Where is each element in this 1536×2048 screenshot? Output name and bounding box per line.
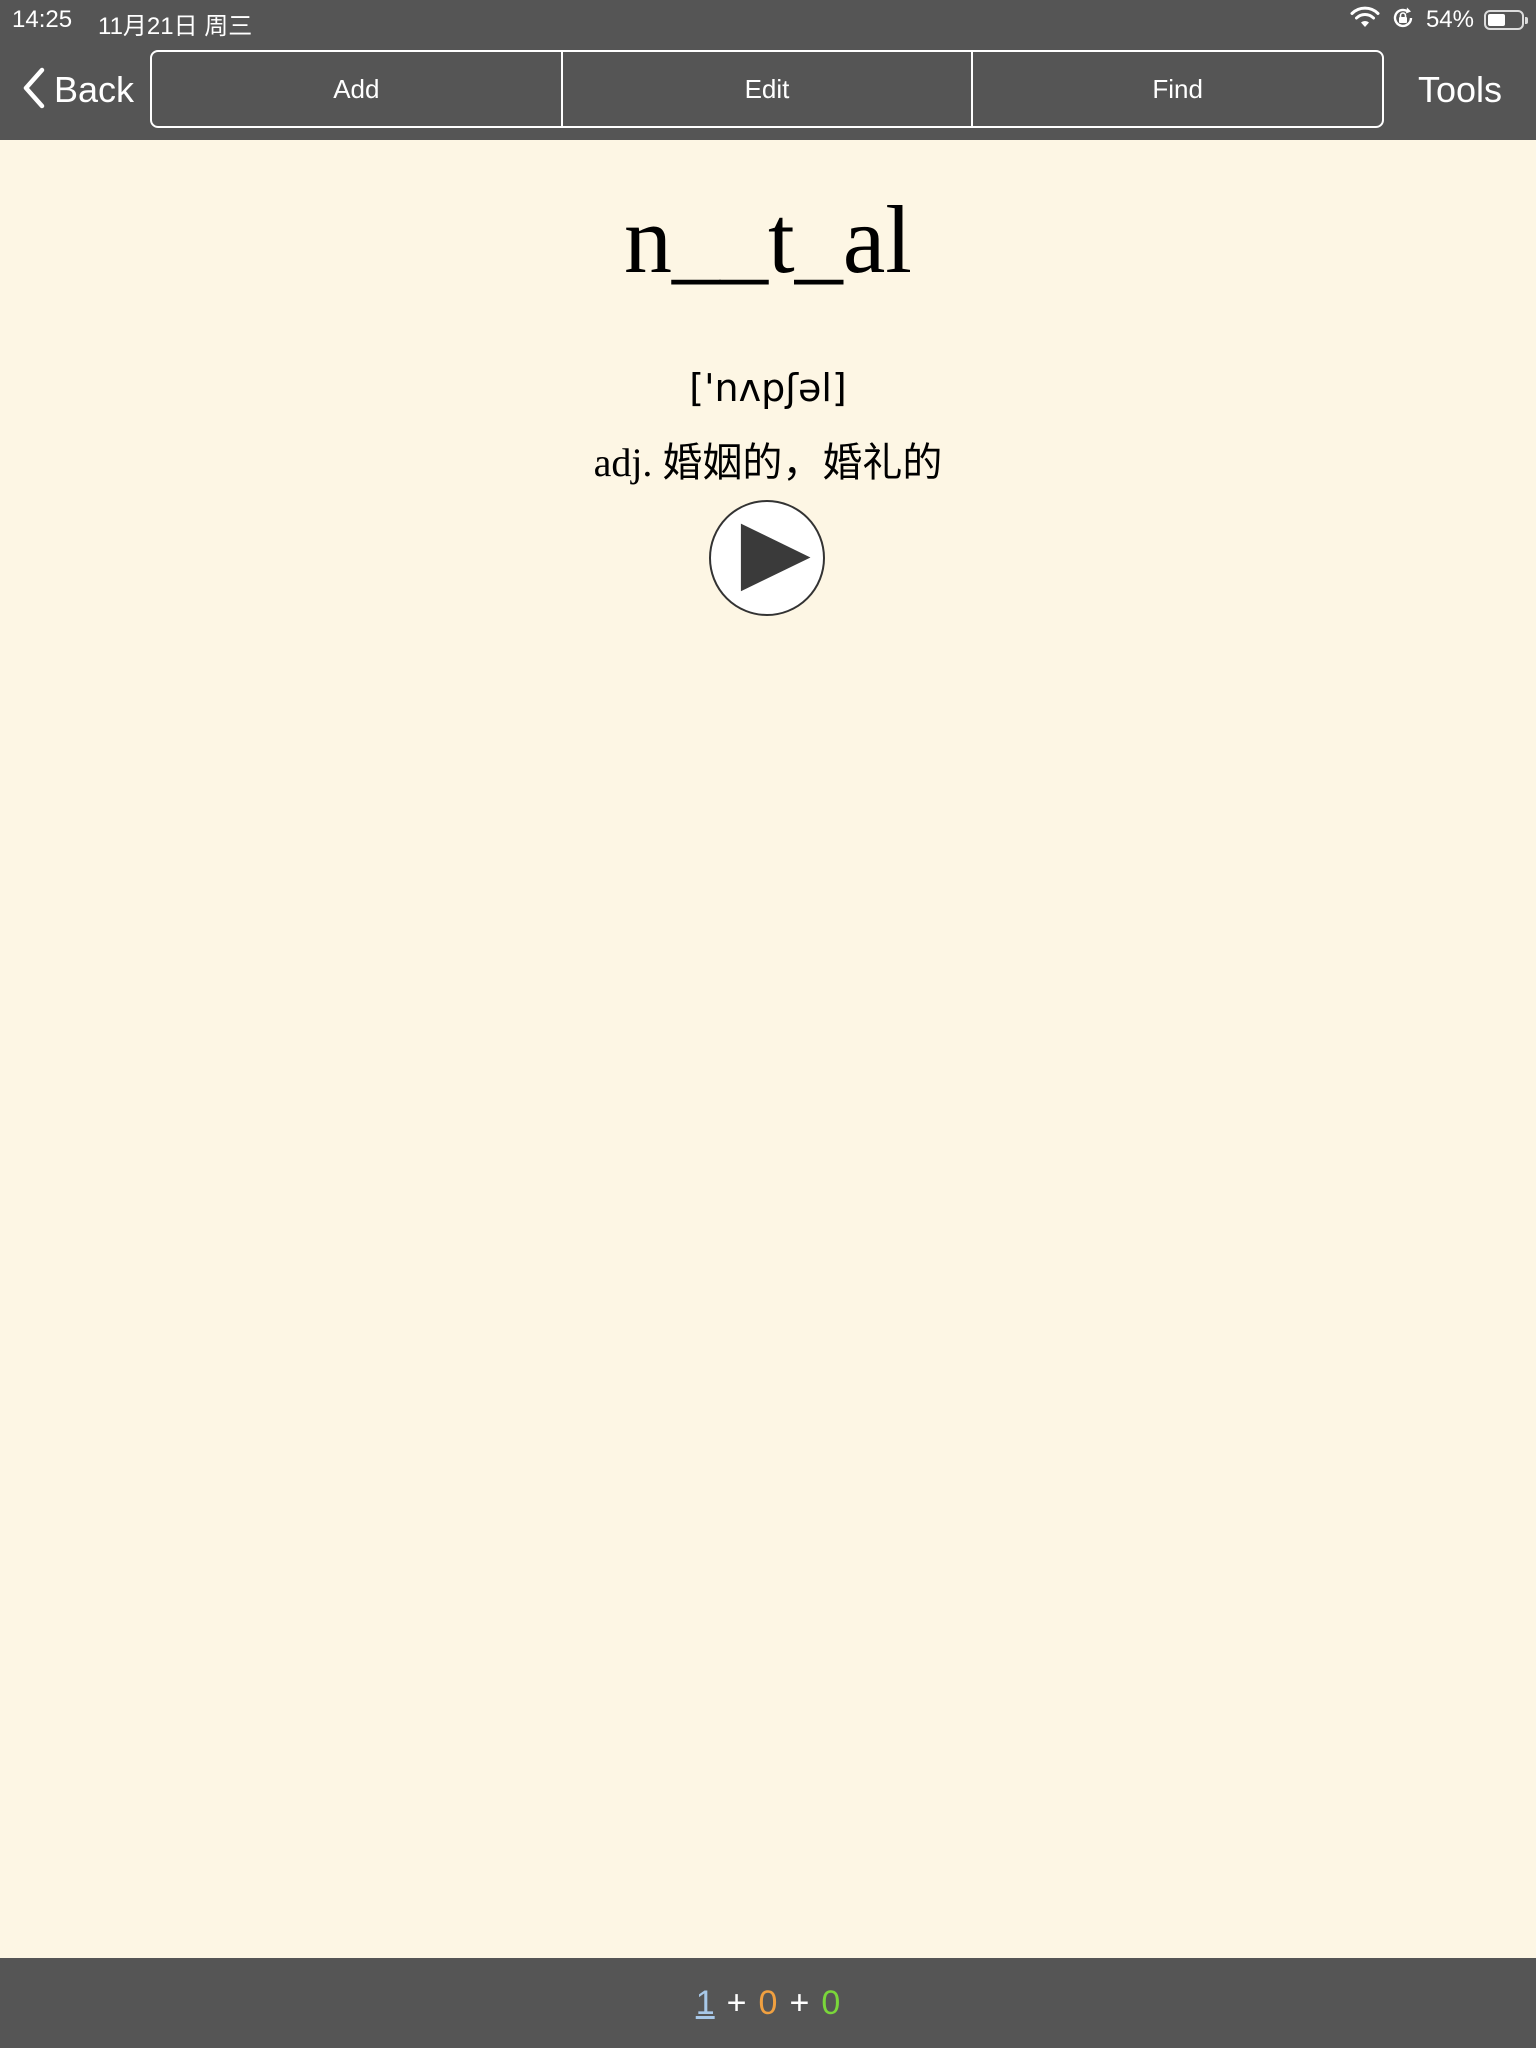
progress-counter-bar: 1 + 0 + 0 <box>0 1958 1536 2048</box>
edit-segment[interactable]: Edit <box>560 52 972 126</box>
battery-level <box>1488 14 1506 26</box>
play-audio-button[interactable] <box>709 500 825 616</box>
add-segment[interactable]: Add <box>152 52 561 126</box>
count-new: 1 <box>695 1983 715 2022</box>
word-definition: adj. 婚姻的，婚礼的 <box>593 440 943 485</box>
battery-percentage: 54% <box>1425 6 1474 33</box>
back-button[interactable]: Back <box>22 64 134 116</box>
plus-separator: + <box>789 1983 810 2022</box>
play-icon <box>740 523 811 592</box>
tools-button[interactable]: Tools <box>1418 64 1502 116</box>
chevron-left-icon <box>22 67 46 114</box>
status-date: 11月21日 周三 <box>98 13 253 40</box>
status-bar: 14:25 11月21日 周三 54% <box>0 0 1536 40</box>
battery-cap <box>1525 17 1528 24</box>
wifi-icon <box>1350 6 1380 35</box>
masked-word: n__t_al <box>624 186 912 293</box>
segmented-control: Add Edit Find <box>150 50 1384 128</box>
battery-icon <box>1484 10 1528 30</box>
find-segment[interactable]: Find <box>971 52 1382 126</box>
count-learning: 0 <box>758 1983 778 2022</box>
count-review: 0 <box>821 1983 841 2022</box>
back-label: Back <box>54 69 135 110</box>
plus-separator: + <box>726 1983 747 2022</box>
phonetic-transcription: ['nʌpʃəl] <box>689 366 847 410</box>
status-indicators: 54% <box>1350 5 1528 36</box>
orientation-lock-icon <box>1390 5 1416 36</box>
flashcard: n__t_al ['nʌpʃəl] adj. 婚姻的，婚礼的 <box>0 140 1536 1958</box>
status-time: 14:25 <box>12 6 73 33</box>
top-navigation-bar: 14:25 11月21日 周三 54% Back Add Edit Find T… <box>0 0 1536 140</box>
